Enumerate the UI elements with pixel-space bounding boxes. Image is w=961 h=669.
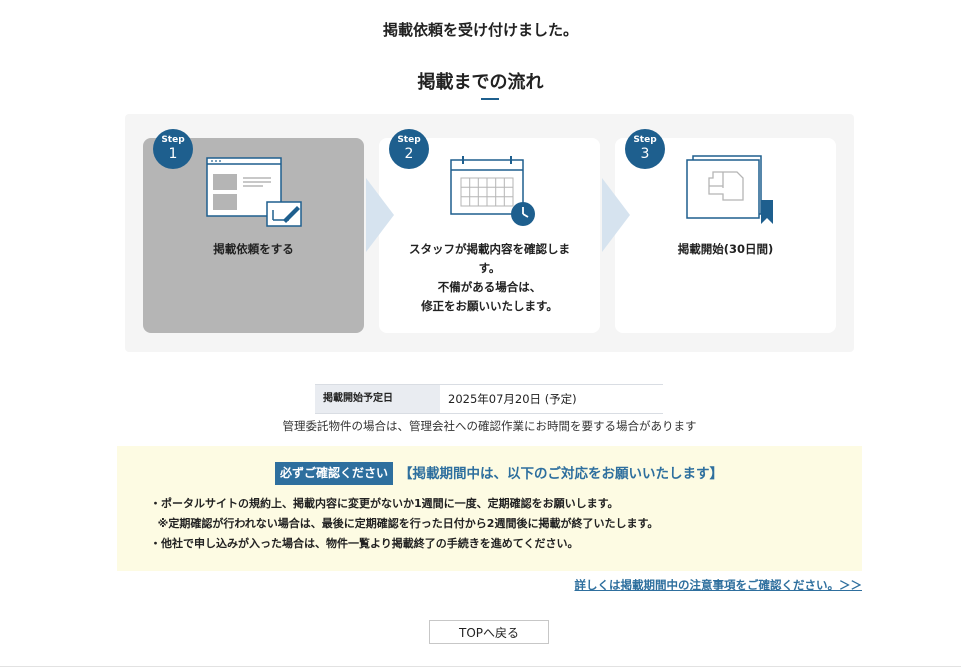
list-item: ・ポータルサイトの規約上、掲載内容に変更がないか1週間に一度、定期確認をお願いし… (150, 497, 619, 510)
schedule-note: 管理委託物件の場合は、管理会社への確認作業にお時間を要する場合があります (282, 419, 697, 433)
schedule-table: 掲載開始予定日 2025年07月20日 (予定) (315, 384, 663, 414)
floorplan-bookmark-icon (686, 155, 773, 224)
step-label: Step (397, 135, 421, 145)
step-card-3: Step 3 掲載開始(30日間) (615, 129, 836, 333)
step-card-2: Step 2 スタッフが掲載内容を確認しま す。 不備がある場合は、 修正をお願… (379, 129, 600, 333)
schedule-value: 2025年07月20日 (予定) (448, 392, 577, 406)
notice-heading: 【掲載期間中は、以下のご対応をお願いいたします】 (399, 466, 723, 482)
step-card-1: Step 1 掲載依頼をする (143, 129, 364, 333)
must-confirm-badge: 必ずご確認ください (275, 462, 393, 485)
step-label: Step (161, 135, 185, 145)
step-badge-2: Step 2 (389, 129, 429, 169)
step-number: 1 (168, 146, 178, 162)
list-item: ※定期確認が行われない場合は、最後に定期確認を行った日付から2週間後に掲載が終了… (150, 517, 659, 530)
flow-title: 掲載までの流れ (417, 72, 544, 93)
title-underline (481, 98, 499, 100)
detail-link[interactable]: 詳しくは掲載期間中の注意事項をご確認ください。＞＞ (0, 577, 863, 593)
confirmation-message: 掲載依頼を受け付けました。 (382, 21, 578, 39)
notice-box: 必ずご確認ください 【掲載期間中は、以下のご対応をお願いいたします】 ・ポータル… (117, 446, 862, 571)
web-form-edit-icon (206, 157, 302, 227)
step-number: 2 (404, 146, 414, 162)
calendar-clock-icon (450, 156, 535, 226)
step-text: スタッフが掲載内容を確認しま す。 不備がある場合は、 修正をお願いいたします。 (409, 242, 570, 313)
back-to-top-button[interactable]: TOPへ戻る (429, 620, 549, 644)
step-text: 掲載依頼をする (213, 242, 294, 256)
step-badge-1: Step 1 (153, 129, 193, 169)
flow-arrow-2 (602, 178, 630, 252)
step-badge-3: Step 3 (625, 129, 665, 169)
list-item: ・他社で申し込みが入った場合は、物件一覧より掲載終了の手続きを進めてください。 (150, 537, 579, 550)
step-number: 3 (640, 146, 650, 162)
step-text: 掲載開始(30日間) (677, 242, 774, 256)
footer-divider (0, 666, 961, 667)
step-label: Step (633, 135, 657, 145)
flow-arrow-1 (366, 178, 394, 252)
flow-panel: Step 1 掲載依頼をする Step 2 スタッフが掲載内容を確認しま す。 … (125, 114, 854, 352)
notice-list: ・ポータルサイトの規約上、掲載内容に変更がないか1週間に一度、定期確認をお願いし… (150, 494, 658, 554)
schedule-label: 掲載開始予定日 (315, 385, 440, 413)
